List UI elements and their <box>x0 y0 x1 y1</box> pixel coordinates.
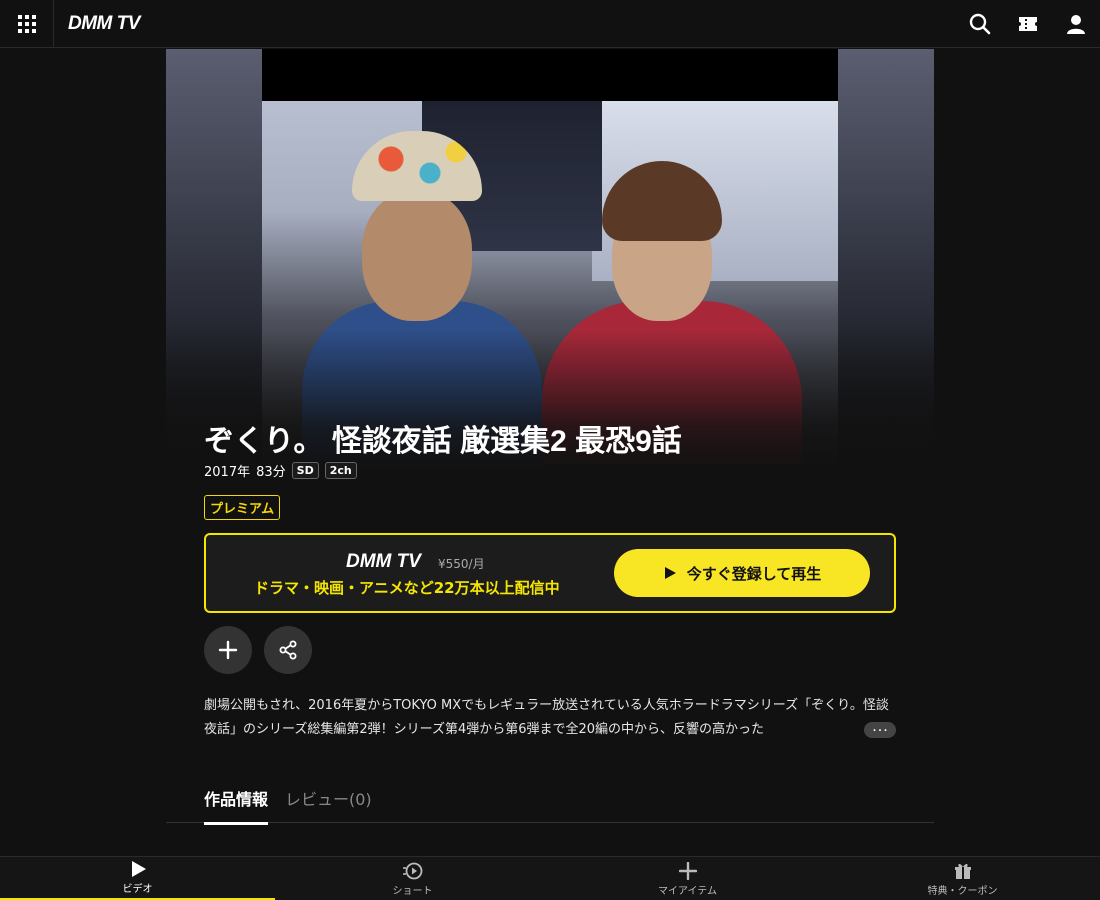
premium-badge: プレミアム <box>204 495 281 520</box>
grid-menu-icon <box>17 15 36 33</box>
play-icon <box>131 861 146 877</box>
ticket-icon <box>1019 17 1037 31</box>
top-header: DMM TV <box>0 0 1100 48</box>
bottom-navigation: ビデオ ショート マイアイテム 特典・クーポン <box>0 856 1100 900</box>
user-icon <box>1067 15 1085 34</box>
dmm-tv-logo[interactable]: DMM TV <box>68 13 140 35</box>
subscribe-play-button[interactable]: 今すぐ登録して再生 <box>614 549 870 597</box>
plus-icon <box>218 640 238 660</box>
page-title: ぞくり。 怪談夜話 厳選集2 最恐9話 <box>204 425 682 458</box>
app-menu-button[interactable] <box>0 0 54 48</box>
search-button[interactable] <box>966 10 994 38</box>
audio-badge: 2ch <box>324 462 357 479</box>
description-text: 劇場公開もされ、2016年夏からTOKYO MXでもレギュラー放送されている人気… <box>204 698 889 737</box>
tab-reviews[interactable]: レビュー(0) <box>285 786 372 822</box>
detail-tabs: 作品情報 レビュー(0) <box>166 780 934 825</box>
subscribe-card: DMM TV ¥550/月 ドラマ・映画・アニメなど22万本以上配信中 今すぐ登… <box>204 533 896 613</box>
gift-icon <box>954 863 971 879</box>
meta-row: 2017年 83分 SD 2ch <box>204 461 357 480</box>
plus-icon <box>678 861 697 880</box>
subscribe-play-label: 今すぐ登録して再生 <box>686 564 822 583</box>
release-year: 2017年 <box>204 465 251 480</box>
nav-short-label: ショート <box>392 885 433 897</box>
duration: 83分 <box>256 465 286 480</box>
promo-logo: DMM TV <box>346 551 421 572</box>
play-icon <box>664 567 676 579</box>
promo-price: ¥550/月 <box>438 557 485 571</box>
short-icon <box>402 862 422 879</box>
account-button[interactable] <box>1062 10 1090 38</box>
nav-benefits-label: 特典・クーポン <box>927 885 998 897</box>
nav-my-items[interactable]: マイアイテム <box>550 857 825 900</box>
promo-subtitle: ドラマ・映画・アニメなど22万本以上配信中 <box>254 579 560 597</box>
nav-my-items-label: マイアイテム <box>658 885 717 897</box>
tab-work-info[interactable]: 作品情報 <box>204 786 269 825</box>
share-button[interactable] <box>264 626 312 674</box>
read-more-button[interactable]: ･･･ <box>864 722 896 738</box>
ticket-button[interactable] <box>1014 10 1042 38</box>
nav-benefits[interactable]: 特典・クーポン <box>825 857 1100 900</box>
nav-video-label: ビデオ <box>122 884 153 895</box>
nav-video[interactable]: ビデオ <box>0 857 275 900</box>
search-icon <box>969 13 991 35</box>
nav-short[interactable]: ショート <box>275 857 550 900</box>
add-to-list-button[interactable] <box>204 626 252 674</box>
share-icon <box>279 640 297 660</box>
quality-badge: SD <box>291 462 319 479</box>
hero-thumbnail <box>166 49 934 469</box>
